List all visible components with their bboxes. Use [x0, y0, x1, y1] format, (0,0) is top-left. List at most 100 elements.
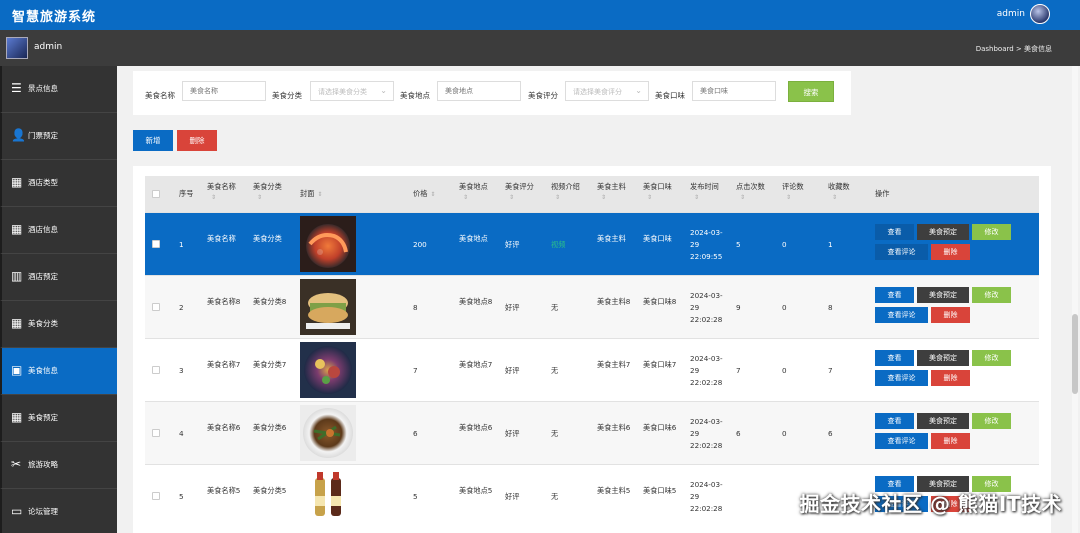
cover-image[interactable] [300, 216, 356, 272]
view-comments-button[interactable]: 查看评论 [875, 370, 928, 386]
sidebar-item-8[interactable]: ✂ 旅游攻略 [0, 442, 117, 489]
cover-image[interactable] [300, 405, 356, 461]
cover-image[interactable] [300, 342, 356, 398]
sidebar-item-label: 旅游攻略 [28, 460, 58, 469]
category-select[interactable]: 请选择美食分类 ⌄ [310, 81, 394, 101]
sort-icon: ⇕ [317, 191, 323, 198]
row-checkbox[interactable] [152, 366, 160, 374]
row-checkbox[interactable] [152, 492, 160, 500]
batch-delete-button[interactable]: 删除 [177, 130, 217, 151]
cover-image[interactable] [300, 279, 356, 335]
sidebar-item-5[interactable]: ▦ 美食分类 [0, 301, 117, 348]
cell-taste: 美食口味5 [643, 486, 677, 495]
cell-clicks: 5 [736, 240, 741, 249]
sidebar-item-label: 景点信息 [28, 84, 58, 93]
table-row[interactable]: 4 美食名称6 美食分类6 6 美食地点6 好评 无 美食主料6 美食口味6 2024-03-29… [145, 401, 1039, 464]
col-name-label: 美食名称 [207, 182, 236, 191]
delete-button[interactable]: 删除 [931, 307, 970, 323]
scrollbar-track[interactable] [1072, 66, 1078, 533]
top-user-name[interactable]: admin [997, 9, 1025, 19]
cover-image[interactable] [300, 468, 356, 524]
book-food-button[interactable]: 美食预定 [917, 350, 969, 366]
col-location-label: 美食地点 [459, 182, 488, 191]
row-checkbox[interactable] [152, 240, 160, 248]
table-row[interactable]: 2 美食名称8 美食分类8 8 美食地点8 好评 无 美食主料8 美食口味8 2024-03-29… [145, 275, 1039, 338]
cell-price: 8 [413, 303, 418, 312]
cell-video: 视频 [551, 240, 566, 249]
cell-rating: 好评 [505, 240, 520, 249]
edit-button[interactable]: 修改 [972, 350, 1011, 366]
rating-select[interactable]: 请选择美食评分 ⌄ [565, 81, 649, 101]
col-cover[interactable]: 封面 ⇕ [300, 188, 322, 200]
table-row[interactable]: 1 美食名称 美食分类 200 美食地点 好评 视频 美食主料 美食口味 2024-03-29 2… [145, 212, 1039, 275]
food-location-input[interactable] [437, 81, 521, 101]
col-location[interactable]: 美食地点 ⇕ [459, 181, 488, 203]
view-button[interactable]: 查看 [875, 287, 914, 303]
col-name[interactable]: 美食名称 ⇕ [207, 181, 236, 203]
sidebar-item-9[interactable]: ▭ 论坛管理 [0, 489, 117, 533]
row-checkbox[interactable] [152, 303, 160, 311]
sidebar-item-7[interactable]: ▦ 美食预定 [0, 395, 117, 442]
delete-button[interactable]: 删除 [931, 244, 970, 260]
user-icon: 👤 [11, 128, 26, 142]
col-published[interactable]: 发布时间 ⇕ [690, 181, 719, 203]
food-taste-input[interactable] [692, 81, 776, 101]
edit-button[interactable]: 修改 [972, 413, 1011, 429]
sidebar-item-4[interactable]: ▥ 酒店预定 [0, 254, 117, 301]
cell-location: 美食地点8 [459, 297, 493, 306]
sidebar-item-6[interactable]: ▣ 美食信息 [0, 348, 117, 395]
table-row[interactable]: 3 美食名称7 美食分类7 7 美食地点7 好评 无 美食主料7 美食口味7 2024-03-29… [145, 338, 1039, 401]
sidebar-item-label: 论坛管理 [28, 507, 58, 516]
search-button[interactable]: 搜索 [788, 81, 834, 102]
col-taste[interactable]: 美食口味 ⇕ [643, 181, 672, 203]
user-avatar[interactable] [1030, 4, 1050, 24]
cell-location: 美食地点5 [459, 486, 493, 495]
delete-button[interactable]: 删除 [931, 370, 970, 386]
col-video[interactable]: 视频介绍 ⇕ [551, 181, 580, 203]
list-icon: ☰ [11, 81, 22, 95]
sort-icon: ⇕ [786, 194, 792, 201]
view-comments-button[interactable]: 查看评论 [875, 244, 928, 260]
col-category[interactable]: 美食分类 ⇕ [253, 181, 282, 203]
edit-button[interactable]: 修改 [972, 287, 1011, 303]
book-food-button[interactable]: 美食预定 [917, 413, 969, 429]
edit-button[interactable]: 修改 [972, 224, 1011, 240]
sidebar-item-3[interactable]: ▦ 酒店信息 [0, 207, 117, 254]
sidebar-item-1[interactable]: 👤 门票预定 [0, 113, 117, 160]
cell-clicks: 7 [736, 366, 741, 375]
delete-button[interactable]: 删除 [931, 433, 970, 449]
view-comments-button[interactable]: 查看评论 [875, 433, 928, 449]
chevron-down-icon: ⌄ [635, 86, 642, 95]
sidebar-item-2[interactable]: ▦ 酒店类型 [0, 160, 117, 207]
book-food-button[interactable]: 美食预定 [917, 224, 969, 240]
view-comments-button[interactable]: 查看评论 [875, 307, 928, 323]
view-button[interactable]: 查看 [875, 413, 914, 429]
sidebar-item-0[interactable]: ☰ 景点信息 [0, 66, 117, 113]
category-select-placeholder: 请选择美食分类 [318, 88, 367, 96]
select-all-checkbox[interactable] [152, 190, 160, 198]
cell-category: 美食分类 [253, 234, 282, 243]
cell-video: 无 [551, 492, 559, 501]
col-published-label: 发布时间 [690, 182, 719, 191]
food-table: 序号 美食名称 ⇕ 美食分类 ⇕ 封面 ⇕ 价格 ⇕ 美食地点 ⇕ 美食评分 ⇕ 视频介绍 ⇕… [133, 166, 1051, 533]
col-ingredient-label: 美食主料 [597, 182, 626, 191]
add-button[interactable]: 新增 [133, 130, 173, 151]
col-comments[interactable]: 评论数 ⇕ [782, 181, 804, 203]
search-panel: 美食名称 美食分类 请选择美食分类 ⌄ 美食地点 美食评分 请选择美食评分 ⌄ … [133, 71, 851, 115]
breadcrumb[interactable]: Dashboard > 美食信息 [976, 44, 1052, 54]
row-checkbox[interactable] [152, 429, 160, 437]
view-button[interactable]: 查看 [875, 224, 914, 240]
col-clicks[interactable]: 点击次数 ⇕ [736, 181, 765, 203]
col-favorites[interactable]: 收藏数 ⇕ [828, 181, 850, 203]
scrollbar-thumb[interactable] [1072, 314, 1078, 394]
col-rating[interactable]: 美食评分 ⇕ [505, 181, 534, 203]
col-price[interactable]: 价格 ⇕ [413, 188, 435, 200]
food-name-input[interactable] [182, 81, 266, 101]
book-food-button[interactable]: 美食预定 [917, 287, 969, 303]
col-ingredient[interactable]: 美食主料 ⇕ [597, 181, 626, 203]
cell-ingredient: 美食主料 [597, 234, 626, 243]
chevron-down-icon: ⌄ [380, 86, 387, 95]
cell-ingredient: 美食主料7 [597, 360, 631, 369]
cell-index: 2 [179, 303, 184, 312]
view-button[interactable]: 查看 [875, 350, 914, 366]
